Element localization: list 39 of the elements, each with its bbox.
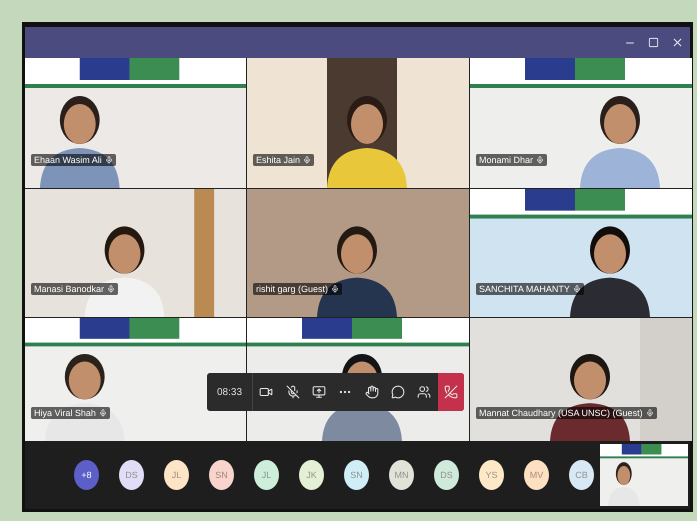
participant-name: Hiya Viral Shah	[34, 408, 96, 418]
mic-icon	[646, 409, 654, 417]
participant-avatar[interactable]: SN	[344, 460, 369, 490]
mic-icon	[303, 156, 312, 164]
share-screen-icon	[312, 385, 326, 399]
mic-off-icon	[286, 385, 300, 399]
participant-avatar[interactable]: YS	[479, 460, 504, 490]
mic-icon	[536, 156, 544, 164]
maximize-icon[interactable]	[648, 37, 659, 48]
mic-icon	[98, 409, 107, 417]
participant-name: Ehaan Wasim Ali	[34, 155, 102, 165]
mic-icon	[572, 285, 581, 293]
participant-avatar[interactable]: MV	[524, 460, 549, 490]
participant-name: Monami Dhar	[479, 155, 534, 165]
people-icon	[417, 385, 432, 399]
call-timer: 08:33	[207, 373, 254, 411]
chat-icon	[391, 385, 406, 399]
participant-name: Manasi Banodkar	[34, 284, 104, 294]
participant-avatar[interactable]: DS	[119, 460, 144, 490]
mic-icon	[104, 156, 113, 164]
participant-name: rishit garg (Guest)	[256, 284, 328, 294]
participant-avatar[interactable]: DS	[434, 460, 459, 490]
participant-avatar[interactable]: +8	[74, 460, 99, 490]
participant-name: SANCHITA MAHANTY	[479, 284, 570, 294]
participant-avatar[interactable]: SN	[209, 460, 234, 490]
hang-up-icon	[444, 385, 458, 399]
participant-name: Eshita Jain	[256, 155, 300, 165]
mic-icon	[107, 285, 116, 293]
participant-avatar[interactable]: JL	[164, 460, 189, 490]
participant-avatar[interactable]: CB	[569, 460, 594, 490]
camera-icon	[259, 385, 274, 399]
hang-up-button[interactable]	[438, 373, 464, 411]
close-icon[interactable]	[671, 36, 684, 49]
participant-avatar[interactable]: JL	[254, 460, 279, 490]
participant-avatar[interactable]: MN	[389, 460, 414, 490]
participant-avatar[interactable]: JK	[299, 460, 324, 490]
participant-name: Mannat Chaudhary (USA UNSC) (Guest)	[479, 408, 643, 418]
mic-icon	[331, 285, 340, 293]
hand-icon	[364, 385, 379, 399]
